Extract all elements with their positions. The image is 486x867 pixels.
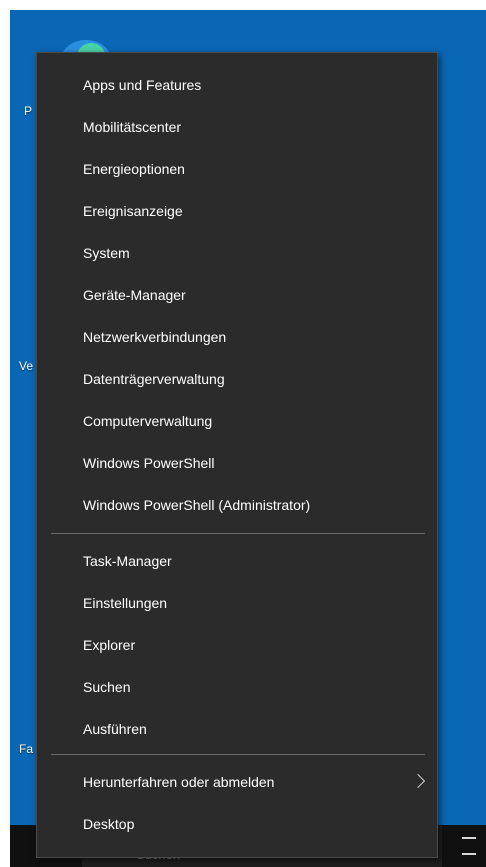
- menu-item-datentraegerverwaltung[interactable]: Datenträgerverwaltung: [37, 358, 437, 400]
- menu-item-windows-powershell-admin[interactable]: Windows PowerShell (Administrator): [37, 484, 437, 526]
- menu-item-geraete-manager[interactable]: Geräte-Manager: [37, 274, 437, 316]
- menu-item-mobilitaetscenter[interactable]: Mobilitätscenter: [37, 106, 437, 148]
- menu-item-herunterfahren[interactable]: Herunterfahren oder abmelden: [37, 761, 437, 803]
- menu-item-computerverwaltung[interactable]: Computerverwaltung: [37, 400, 437, 442]
- menu-item-task-manager[interactable]: Task-Manager: [37, 540, 437, 582]
- menu-separator: [51, 533, 425, 534]
- menu-item-einstellungen[interactable]: Einstellungen: [37, 582, 437, 624]
- desktop-icon-label: Ve: [19, 359, 34, 373]
- winx-context-menu: Apps und Features Mobilitätscenter Energ…: [36, 52, 438, 858]
- menu-item-energieoptionen[interactable]: Energieoptionen: [37, 148, 437, 190]
- menu-item-windows-powershell[interactable]: Windows PowerShell: [37, 442, 437, 484]
- menu-item-suchen[interactable]: Suchen: [37, 666, 437, 708]
- menu-item-system[interactable]: System: [37, 232, 437, 274]
- menu-item-explorer[interactable]: Explorer: [37, 624, 437, 666]
- menu-item-apps-und-features[interactable]: Apps und Features: [37, 64, 437, 106]
- menu-separator: [51, 754, 425, 755]
- task-view-icon[interactable]: [462, 837, 476, 855]
- menu-item-ausfuehren[interactable]: Ausführen: [37, 708, 437, 750]
- chevron-right-icon: [410, 773, 426, 789]
- desktop-icon-label: Fa: [19, 742, 34, 756]
- menu-item-desktop[interactable]: Desktop: [37, 803, 437, 845]
- desktop-icon-label: P: [24, 104, 33, 118]
- menu-item-netzwerkverbindungen[interactable]: Netzwerkverbindungen: [37, 316, 437, 358]
- menu-item-ereignisanzeige[interactable]: Ereignisanzeige: [37, 190, 437, 232]
